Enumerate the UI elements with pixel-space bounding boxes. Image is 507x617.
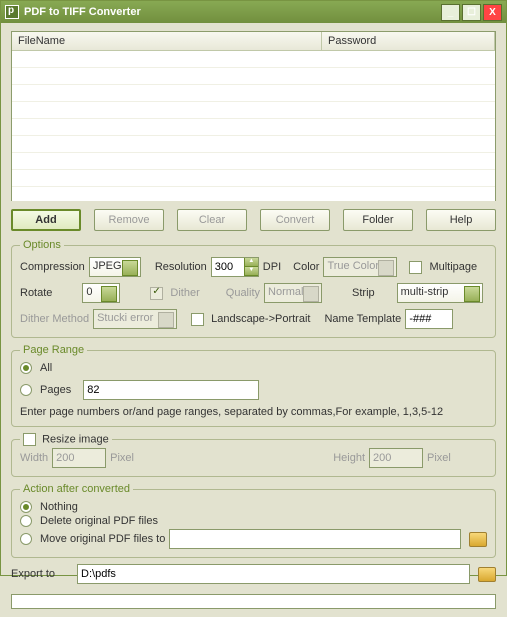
action-move-label: Move original PDF files to	[40, 533, 165, 545]
resolution-spinner[interactable]: ▲▼	[211, 257, 259, 277]
height-input	[369, 448, 423, 468]
dithermethod-label: Dither Method	[20, 313, 89, 325]
action-delete-label: Delete original PDF files	[40, 515, 158, 527]
action-nothing-radio[interactable]	[20, 501, 32, 513]
pagerange-pages-label: Pages	[40, 384, 71, 396]
pagerange-legend: Page Range	[20, 344, 87, 356]
help-button[interactable]: Help	[426, 209, 496, 231]
progress-bar	[11, 594, 496, 609]
grid-header: FileName Password	[12, 32, 495, 51]
width-pixel-label: Pixel	[110, 452, 134, 464]
options-group: Options Compression JPEG Resolution ▲▼ D…	[11, 239, 496, 338]
maximize-button[interactable]: ☐	[462, 4, 481, 21]
convert-button[interactable]: Convert	[260, 209, 330, 231]
action-group: Action after converted Nothing Delete or…	[11, 483, 496, 558]
move-browse-icon[interactable]	[469, 532, 487, 547]
titlebar[interactable]: PDF to TIFF Converter _ ☐ X	[1, 1, 506, 23]
compression-label: Compression	[20, 261, 85, 273]
remove-button[interactable]: Remove	[94, 209, 164, 231]
options-legend: Options	[20, 239, 64, 251]
export-input[interactable]	[77, 564, 470, 584]
resize-checkbox[interactable]	[23, 433, 36, 446]
height-label: Height	[333, 452, 365, 464]
file-grid[interactable]: FileName Password	[11, 31, 496, 201]
col-filename[interactable]: FileName	[12, 32, 322, 50]
resolution-label: Resolution	[155, 261, 207, 273]
clear-button[interactable]: Clear	[177, 209, 247, 231]
quality-label: Quality	[226, 287, 260, 299]
pagerange-group: Page Range All Pages Enter page numbers …	[11, 344, 496, 427]
quality-select: Normal	[264, 283, 322, 303]
app-icon	[5, 5, 19, 19]
grid-body[interactable]	[12, 51, 495, 201]
dither-checkbox	[150, 287, 163, 300]
pagerange-hint: Enter page numbers or/and page ranges, s…	[20, 406, 487, 418]
pagerange-input[interactable]	[83, 380, 259, 400]
strip-select[interactable]: multi-strip	[397, 283, 483, 303]
dithermethod-select: Stucki error	[93, 309, 177, 329]
action-move-radio[interactable]	[20, 533, 32, 545]
color-label: Color	[293, 261, 319, 273]
height-pixel-label: Pixel	[427, 452, 487, 464]
width-label: Width	[20, 452, 48, 464]
multipage-label: Multipage	[429, 261, 477, 273]
col-password[interactable]: Password	[322, 32, 495, 50]
nametpl-label: Name Template	[324, 313, 401, 325]
landscape-label: Landscape->Portrait	[211, 313, 310, 325]
strip-label: Strip	[352, 287, 375, 299]
action-move-input[interactable]	[169, 529, 461, 549]
dither-label: Dither	[170, 287, 199, 299]
width-input	[52, 448, 106, 468]
pagerange-all-label: All	[40, 362, 52, 374]
rotate-label: Rotate	[20, 287, 52, 299]
resolution-input[interactable]	[212, 258, 244, 276]
action-nothing-label: Nothing	[40, 501, 78, 513]
action-legend: Action after converted	[20, 483, 133, 495]
resize-group: Resize image Width Pixel Height Pixel	[11, 433, 496, 477]
color-select: True Color	[323, 257, 397, 277]
minimize-button[interactable]: _	[441, 4, 460, 21]
resize-legend-label: Resize image	[42, 433, 109, 445]
add-button[interactable]: Add	[11, 209, 81, 231]
nametpl-input[interactable]	[405, 309, 453, 329]
compression-select[interactable]: JPEG	[89, 257, 141, 277]
rotate-select[interactable]: 0	[82, 283, 120, 303]
folder-button[interactable]: Folder	[343, 209, 413, 231]
export-label: Export to	[11, 568, 55, 580]
close-button[interactable]: X	[483, 4, 502, 21]
pagerange-pages-radio[interactable]	[20, 384, 32, 396]
window-title: PDF to TIFF Converter	[24, 6, 439, 18]
action-delete-radio[interactable]	[20, 515, 32, 527]
landscape-checkbox[interactable]	[191, 313, 204, 326]
export-browse-icon[interactable]	[478, 567, 496, 582]
multipage-checkbox[interactable]	[409, 261, 422, 274]
dpi-label: DPI	[263, 261, 281, 273]
pagerange-all-radio[interactable]	[20, 362, 32, 374]
